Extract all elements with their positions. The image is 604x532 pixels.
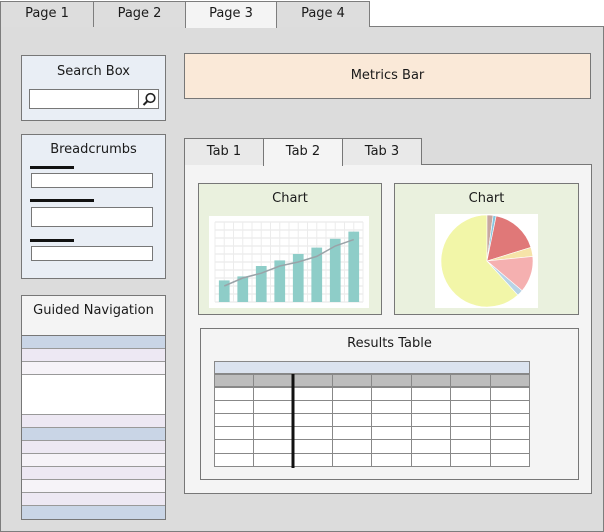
guided-nav-item[interactable] xyxy=(22,467,165,480)
guided-nav-item[interactable] xyxy=(22,493,165,506)
search-input[interactable] xyxy=(29,89,139,109)
metrics-bar: Metrics Bar xyxy=(184,53,591,99)
magnifier-icon xyxy=(142,92,156,106)
search-button[interactable] xyxy=(138,89,159,109)
guided-nav-item[interactable] xyxy=(22,441,165,454)
breadcrumb-field[interactable] xyxy=(31,207,153,227)
breadcrumbs-panel: Breadcrumbs xyxy=(21,134,166,279)
pie-chart-title: Chart xyxy=(468,191,505,206)
page-tab-2[interactable]: Page 2 xyxy=(93,1,186,27)
guided-nav-item[interactable] xyxy=(22,349,165,362)
guided-nav-item[interactable] xyxy=(22,375,165,415)
guided-navigation-header: Guided Navigation xyxy=(22,296,165,336)
guided-nav-item[interactable] xyxy=(22,336,165,349)
breadcrumb-label-line xyxy=(30,166,74,169)
results-table-caption-strip xyxy=(214,361,530,374)
guided-nav-item[interactable] xyxy=(22,506,165,519)
bar xyxy=(348,231,360,302)
breadcrumb-field[interactable] xyxy=(31,173,153,188)
guided-nav-item[interactable] xyxy=(22,362,165,375)
page-tab-4[interactable]: Page 4 xyxy=(276,1,370,27)
breadcrumbs-title: Breadcrumbs xyxy=(50,142,137,157)
guided-nav-item[interactable] xyxy=(22,454,165,467)
results-table-header-row xyxy=(214,374,530,387)
page-tab-3[interactable]: Page 3 xyxy=(185,1,277,28)
guided-nav-item[interactable] xyxy=(22,415,165,428)
search-box-panel: Search Box xyxy=(21,55,166,121)
bar-chart-panel: Chart xyxy=(198,183,382,315)
search-box-title: Search Box xyxy=(57,64,130,79)
tab-2[interactable]: Tab 2 xyxy=(263,138,343,166)
breadcrumb-field[interactable] xyxy=(31,246,153,261)
bar-chart xyxy=(209,216,369,308)
breadcrumb-label-line xyxy=(30,199,94,202)
breadcrumb-label-line xyxy=(30,239,74,242)
guided-nav-item[interactable] xyxy=(22,428,165,441)
guided-navigation-panel: Guided Navigation xyxy=(21,295,166,520)
page-tab-1[interactable]: Page 1 xyxy=(0,1,94,27)
bar-chart-title: Chart xyxy=(272,191,308,206)
results-table-body xyxy=(214,387,530,467)
tab-3[interactable]: Tab 3 xyxy=(342,138,422,165)
tab-1[interactable]: Tab 1 xyxy=(184,138,264,165)
results-table-title: Results Table xyxy=(347,336,432,351)
pie-chart-panel: Chart xyxy=(394,183,579,315)
guided-navigation-title: Guided Navigation xyxy=(33,303,154,318)
guided-nav-item[interactable] xyxy=(22,480,165,493)
pie-chart xyxy=(435,214,538,308)
